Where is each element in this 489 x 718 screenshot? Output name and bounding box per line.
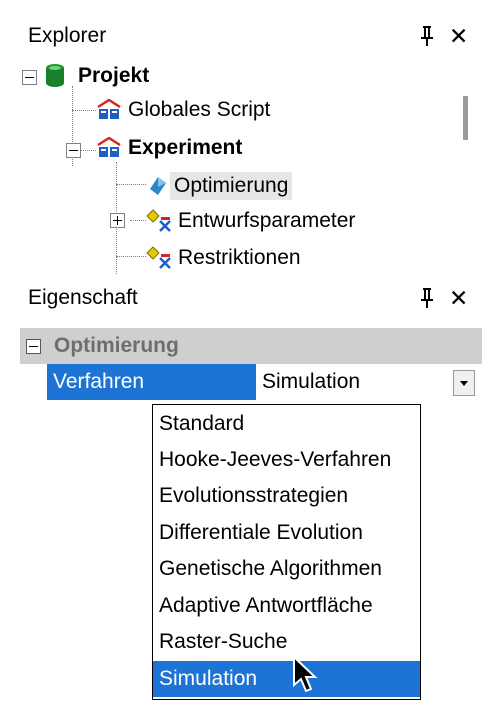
dropdown-option-genetische-algorithmen[interactable]: Genetische Algorithmen [153, 551, 420, 587]
tree-label: Globales Script [128, 98, 271, 121]
explorer-title: Explorer [28, 24, 107, 47]
property-value[interactable]: Simulation [256, 364, 458, 400]
explorer-close-icon[interactable]: ✕ [449, 24, 468, 48]
properties-close-icon[interactable]: ✕ [449, 286, 468, 310]
mouse-cursor-icon [293, 655, 318, 693]
tree-label: Restriktionen [178, 246, 301, 269]
tree-label: Optimierung [170, 172, 293, 200]
dropdown-button[interactable] [453, 370, 475, 396]
explorer-scrollbar-thumb[interactable] [463, 96, 468, 140]
tree-item-restriktionen[interactable]: Restriktionen [146, 240, 305, 274]
experiment-icon [97, 137, 121, 157]
projekt-collapse-toggle[interactable] [22, 70, 37, 85]
parameter-icon [146, 209, 171, 232]
chevron-down-icon [460, 380, 468, 386]
verfahren-dropdown-list[interactable]: Standard Hooke-Jeeves-Verfahren Evolutio… [152, 404, 421, 700]
tree-label: Projekt [78, 64, 150, 87]
properties-title: Eigenschaft [28, 286, 138, 309]
property-row-verfahren[interactable]: Verfahren Simulation [20, 364, 482, 400]
entwurfsparameter-expand-toggle[interactable] [110, 213, 125, 228]
tree-item-globales-script[interactable]: Globales Script [96, 92, 274, 128]
dropdown-option-adaptive-antwortflaeche[interactable]: Adaptive Antwortfläche [153, 588, 420, 624]
dropdown-option-simulation[interactable]: Simulation [153, 661, 420, 697]
properties-header: Eigenschaft ✕ [0, 278, 489, 318]
explorer-tree: Projekt Globales Script Experiment Optim… [22, 50, 452, 274]
property-name[interactable]: Verfahren [47, 364, 256, 400]
tree-item-projekt[interactable]: Projekt [44, 58, 153, 94]
dropdown-option-evolutionsstrategien[interactable]: Evolutionsstrategien [153, 478, 420, 514]
category-label: Optimierung [54, 334, 179, 357]
dropdown-option-raster-suche[interactable]: Raster-Suche [153, 624, 420, 660]
pin-icon[interactable] [419, 24, 435, 48]
category-collapse-toggle[interactable] [26, 339, 41, 354]
tree-item-optimierung[interactable]: Optimierung [146, 168, 293, 204]
pin-icon[interactable] [419, 286, 435, 310]
script-icon [97, 99, 121, 119]
optimization-icon [150, 177, 166, 195]
tree-item-entwurfsparameter[interactable]: Entwurfsparameter [146, 203, 359, 239]
tree-label: Experiment [128, 136, 243, 159]
database-icon [46, 64, 64, 87]
dropdown-option-differentiale-evolution[interactable]: Differentiale Evolution [153, 515, 420, 551]
tree-item-experiment[interactable]: Experiment [96, 130, 246, 166]
dropdown-option-standard[interactable]: Standard [153, 406, 420, 442]
tree-label: Entwurfsparameter [178, 209, 356, 232]
restriction-icon [146, 246, 171, 269]
category-row[interactable]: Optimierung [20, 328, 482, 364]
dropdown-option-hooke-jeeves[interactable]: Hooke-Jeeves-Verfahren [153, 442, 420, 478]
experiment-collapse-toggle[interactable] [66, 143, 81, 158]
